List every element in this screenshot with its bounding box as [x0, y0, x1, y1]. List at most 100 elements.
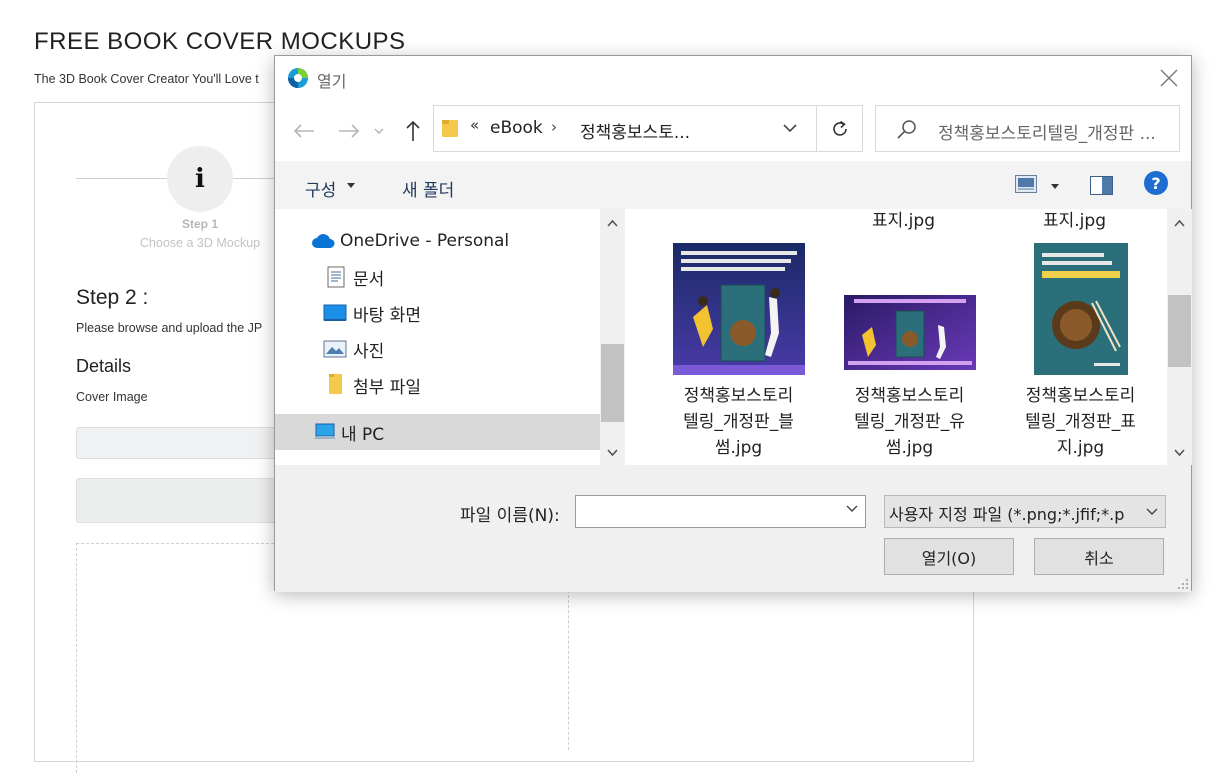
- chevron-down-icon: [783, 123, 797, 132]
- nav-item-desktop[interactable]: 바탕 화면: [275, 295, 600, 331]
- resize-grip-icon[interactable]: [1177, 578, 1189, 590]
- file-name: 정책홍보스토리 텔링_개정판_표 지.jpg: [1025, 386, 1136, 458]
- cover-image-input[interactable]: [76, 427, 296, 459]
- refresh-icon: [833, 120, 847, 136]
- app-icon: [288, 68, 308, 88]
- nav-item-label: 문서: [353, 269, 385, 290]
- scrollbar-thumb[interactable]: [601, 344, 624, 422]
- breadcrumb-current-folder[interactable]: 정책홍보스토...: [580, 118, 690, 143]
- page-subtitle: The 3D Book Cover Creator You'll Love t: [34, 72, 259, 86]
- navigation-scrollbar[interactable]: [600, 209, 625, 465]
- chevron-down-icon[interactable]: [845, 502, 859, 516]
- recent-locations-button[interactable]: [371, 117, 387, 145]
- up-button[interactable]: [399, 117, 427, 145]
- file-item[interactable]: 정책홍보스토리 텔링_개정판_유 썸.jpg: [827, 239, 992, 465]
- view-options-dropdown[interactable]: [1051, 184, 1059, 189]
- refresh-button[interactable]: [816, 106, 863, 151]
- page-title: FREE BOOK COVER MOCKUPS: [34, 28, 406, 55]
- address-bar[interactable]: « eBook › 정책홍보스토...: [433, 105, 863, 152]
- forward-arrow-icon: [339, 124, 360, 138]
- details-heading: Details: [76, 356, 132, 376]
- filetype-select[interactable]: 사용자 지정 파일 (*.png;*.jfif;*.p: [884, 495, 1166, 528]
- dialog-footer: 파일 이름(N): 사용자 지정 파일 (*.png;*.jfif;*.p 열기…: [275, 465, 1191, 592]
- step1-description: Choose a 3D Mockup: [139, 236, 261, 250]
- forward-button[interactable]: [335, 117, 363, 145]
- filetype-value: 사용자 지정 파일 (*.png;*.jfif;*.p: [889, 505, 1125, 524]
- this-pc-icon: [314, 423, 336, 439]
- upload-button[interactable]: [76, 478, 296, 523]
- search-icon: [897, 120, 916, 139]
- step2-description: Please browse and upload the JP: [76, 321, 263, 335]
- nav-item-attachments[interactable]: 첨부 파일: [275, 367, 600, 403]
- nav-item-documents[interactable]: 문서: [275, 259, 600, 295]
- organize-dropdown-icon[interactable]: [347, 183, 355, 188]
- address-dropdown[interactable]: [779, 115, 801, 141]
- onedrive-cloud-icon: [312, 234, 335, 248]
- step2-title: Step 2 :: [76, 286, 149, 309]
- chevron-down-icon: [374, 128, 384, 134]
- scroll-down-icon[interactable]: [607, 449, 618, 457]
- file-thumbnail: [656, 243, 821, 375]
- nav-item-label: 바탕 화면: [353, 305, 421, 326]
- file-name: 정책홍보스토리 텔링_개정판_유 썸.jpg: [854, 386, 965, 458]
- file-list: 표지.jpg 표지.jpg 정책홍보스토리 텔링_개정판_블 썸.jpg 정책홍…: [626, 209, 1167, 465]
- folder-icon: [329, 374, 342, 394]
- dialog-titlebar: 열기: [275, 56, 1191, 100]
- cancel-button[interactable]: 취소: [1034, 538, 1164, 575]
- folder-icon: [442, 120, 458, 137]
- file-list-scrollbar[interactable]: [1167, 209, 1192, 465]
- nav-item-pictures[interactable]: 사진: [275, 331, 600, 367]
- nav-item-label: OneDrive - Personal: [340, 231, 510, 251]
- file-thumbnail: [998, 243, 1163, 375]
- file-item[interactable]: 정책홍보스토리 텔링_개정판_블 썸.jpg: [656, 239, 821, 465]
- info-icon[interactable]: i: [167, 146, 233, 212]
- book-cover-thumbnail: [843, 295, 976, 370]
- pictures-icon: [323, 340, 347, 358]
- filename-input[interactable]: [575, 495, 866, 528]
- search-placeholder: 정책홍보스토리텔링_개정판 ...: [938, 124, 1156, 144]
- preview-pane-icon[interactable]: [1090, 176, 1113, 195]
- nav-item-this-pc[interactable]: 내 PC: [275, 414, 600, 450]
- book-cover-thumbnail: [672, 243, 805, 375]
- file-item[interactable]: 정책홍보스토리 텔링_개정판_표 지.jpg: [998, 239, 1163, 465]
- file-name-partial[interactable]: 표지.jpg: [992, 209, 1157, 231]
- file-thumbnail: [827, 295, 992, 370]
- nav-item-label: 내 PC: [341, 424, 385, 445]
- search-input[interactable]: 정책홍보스토리텔링_개정판 ...: [875, 105, 1180, 152]
- new-folder-button[interactable]: 새 폴더: [402, 176, 454, 201]
- address-overflow[interactable]: «: [470, 116, 479, 134]
- nav-item-label: 사진: [353, 341, 385, 362]
- chevron-down-icon: [1146, 508, 1158, 515]
- close-button[interactable]: [1151, 60, 1187, 96]
- scroll-down-icon[interactable]: [1174, 449, 1185, 457]
- breadcrumb-ebook[interactable]: eBook: [490, 118, 543, 138]
- back-button[interactable]: [290, 117, 318, 145]
- dialog-toolbar: 구성 새 폴더 ?: [275, 161, 1191, 209]
- breadcrumb-separator[interactable]: ›: [551, 118, 557, 136]
- nav-item-label: 첨부 파일: [353, 377, 421, 398]
- open-button[interactable]: 열기(O): [884, 538, 1014, 575]
- file-name-partial[interactable]: 표지.jpg: [821, 209, 986, 231]
- open-file-dialog: 열기 « eBook › 정책홍보스토... 정책홍보스토리텔링_개정판 ...…: [274, 55, 1192, 592]
- dialog-title: 열기: [317, 72, 347, 91]
- filetype-dropdown[interactable]: [1139, 496, 1165, 527]
- desktop-icon: [323, 304, 347, 321]
- scroll-up-icon[interactable]: [1174, 219, 1185, 227]
- filename-label: 파일 이름(N):: [460, 506, 560, 526]
- organize-button[interactable]: 구성: [305, 176, 336, 201]
- preview-divider: [568, 590, 569, 750]
- change-view-icon[interactable]: [1015, 175, 1037, 193]
- navigation-pane: OneDrive - Personal 문서 바탕 화면 사진 첨부 파일 내 …: [275, 209, 625, 465]
- up-arrow-icon: [406, 120, 420, 141]
- scroll-up-icon[interactable]: [607, 219, 618, 227]
- close-icon: [1160, 69, 1178, 87]
- file-name: 정책홍보스토리 텔링_개정판_블 썸.jpg: [683, 386, 794, 458]
- help-button[interactable]: ?: [1144, 171, 1168, 195]
- scrollbar-thumb[interactable]: [1168, 295, 1191, 367]
- nav-item-onedrive[interactable]: OneDrive - Personal: [275, 223, 600, 259]
- step1-number: Step 1: [181, 217, 218, 231]
- documents-icon: [327, 266, 345, 288]
- book-cover-thumbnail: [1033, 243, 1128, 375]
- back-arrow-icon: [293, 124, 314, 138]
- cover-image-label: Cover Image: [76, 390, 148, 404]
